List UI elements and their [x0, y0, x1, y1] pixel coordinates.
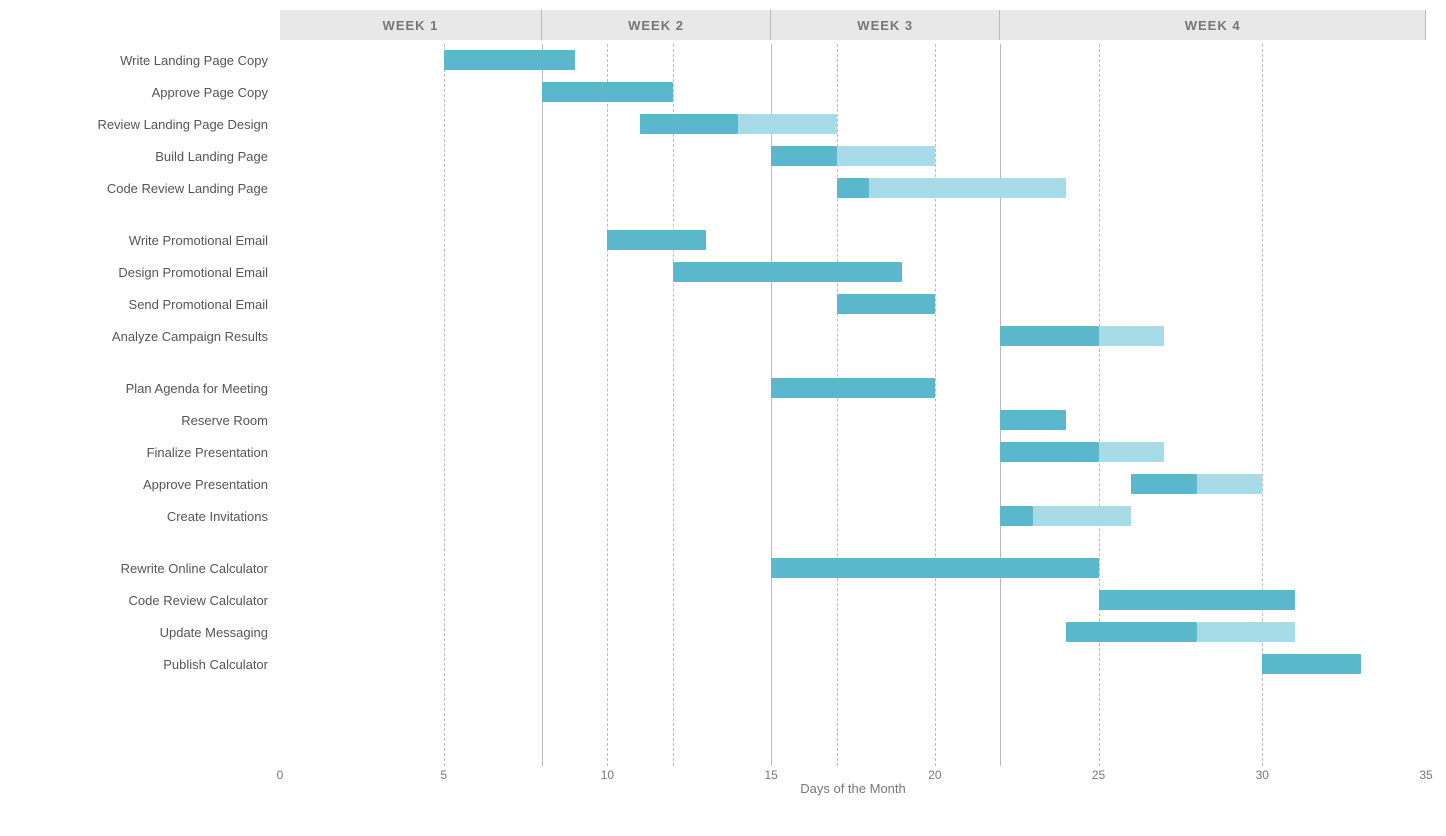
task-label: Reserve Room — [20, 404, 280, 436]
task-label: Write Promotional Email — [20, 224, 280, 256]
gantt-bar-dark — [1000, 326, 1098, 345]
gantt-row — [280, 224, 1426, 256]
group-spacer-row — [280, 352, 1426, 372]
task-label: Analyze Campaign Results — [20, 320, 280, 352]
gantt-row — [280, 44, 1426, 76]
gantt-bar-dark — [771, 146, 836, 165]
gantt-row — [280, 108, 1426, 140]
gantt-bar-light — [869, 178, 1065, 197]
gantt-area: 05101520253035 Days of the Month — [280, 44, 1426, 796]
chart-body: Write Landing Page CopyApprove Page Copy… — [20, 44, 1426, 796]
task-label: Update Messaging — [20, 616, 280, 648]
week-label-3: WEEK 3 — [771, 10, 1000, 40]
gantt-bar-light — [738, 114, 836, 133]
week-label-1: WEEK 1 — [280, 10, 542, 40]
group-spacer-label — [20, 532, 280, 552]
task-label: Review Landing Page Design — [20, 108, 280, 140]
x-tick: 5 — [440, 768, 447, 782]
gantt-row — [280, 468, 1426, 500]
week-label-2: WEEK 2 — [542, 10, 771, 40]
gantt-bar-dark — [771, 378, 935, 397]
gantt-bar-light — [1197, 474, 1262, 493]
group-spacer-row — [280, 532, 1426, 552]
week-label-4: WEEK 4 — [1000, 10, 1426, 40]
gantt-row — [280, 140, 1426, 172]
gantt-bar-dark — [1099, 590, 1295, 609]
group-spacer-label — [20, 352, 280, 372]
x-tick: 15 — [764, 768, 777, 782]
gantt-bar-dark — [1262, 654, 1360, 673]
task-labels: Write Landing Page CopyApprove Page Copy… — [20, 44, 280, 796]
x-tick: 20 — [928, 768, 941, 782]
week-header: WEEK 1WEEK 2WEEK 3WEEK 4 — [280, 10, 1426, 40]
gantt-row — [280, 616, 1426, 648]
gantt-bar-light — [1099, 326, 1164, 345]
task-label: Approve Presentation — [20, 468, 280, 500]
gantt-bar-dark — [444, 50, 575, 69]
gantt-row — [280, 584, 1426, 616]
gantt-bar-dark — [542, 82, 673, 101]
task-label: Create Invitations — [20, 500, 280, 532]
gantt-bar-dark — [640, 114, 738, 133]
task-label: Rewrite Online Calculator — [20, 552, 280, 584]
task-label: Approve Page Copy — [20, 76, 280, 108]
task-label: Finalize Presentation — [20, 436, 280, 468]
task-label: Send Promotional Email — [20, 288, 280, 320]
gantt-rows — [280, 44, 1426, 766]
gantt-bar-dark — [837, 294, 935, 313]
gantt-bar-dark — [1000, 410, 1065, 429]
gantt-row — [280, 256, 1426, 288]
gantt-row — [280, 436, 1426, 468]
task-label: Code Review Calculator — [20, 584, 280, 616]
gantt-row — [280, 372, 1426, 404]
group-spacer-row — [280, 204, 1426, 224]
task-label: Build Landing Page — [20, 140, 280, 172]
task-label: Code Review Landing Page — [20, 172, 280, 204]
gantt-row — [280, 552, 1426, 584]
task-label: Publish Calculator — [20, 648, 280, 680]
task-label: Plan Agenda for Meeting — [20, 372, 280, 404]
task-label: Design Promotional Email — [20, 256, 280, 288]
gantt-bar-dark — [607, 230, 705, 249]
group-spacer-label — [20, 204, 280, 224]
x-axis-label: Days of the Month — [280, 781, 1426, 796]
gantt-bar-dark — [673, 262, 902, 281]
gantt-row — [280, 404, 1426, 436]
gantt-bar-light — [1197, 622, 1295, 641]
gantt-bar-light — [1033, 506, 1131, 525]
gantt-row — [280, 76, 1426, 108]
gantt-row — [280, 172, 1426, 204]
gantt-bar-dark — [837, 178, 870, 197]
gantt-bar-dark — [1131, 474, 1196, 493]
x-axis-ticks: 05101520253035 — [280, 766, 1426, 779]
gantt-row — [280, 648, 1426, 680]
gantt-row — [280, 500, 1426, 532]
gantt-bar-dark — [1000, 442, 1098, 461]
x-axis: 05101520253035 Days of the Month — [280, 766, 1426, 796]
gantt-bar-dark — [1000, 506, 1033, 525]
x-tick: 35 — [1419, 768, 1432, 782]
task-label: Write Landing Page Copy — [20, 44, 280, 76]
x-tick: 25 — [1092, 768, 1105, 782]
gantt-bar-dark — [1066, 622, 1197, 641]
x-tick: 0 — [277, 768, 284, 782]
gantt-bar-light — [837, 146, 935, 165]
gantt-row — [280, 320, 1426, 352]
chart-container: WEEK 1WEEK 2WEEK 3WEEK 4 Write Landing P… — [0, 0, 1446, 836]
x-tick: 30 — [1256, 768, 1269, 782]
gantt-bar-dark — [771, 558, 1098, 577]
x-tick: 10 — [601, 768, 614, 782]
gantt-bar-light — [1099, 442, 1164, 461]
gantt-row — [280, 288, 1426, 320]
